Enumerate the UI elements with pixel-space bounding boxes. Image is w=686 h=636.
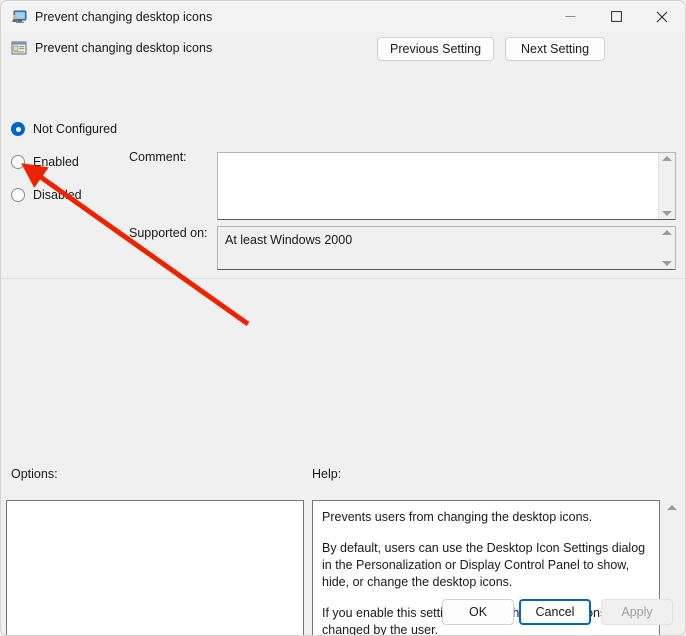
upper-pane: Not Configured Enabled Disabled Comment:… (1, 64, 685, 279)
comment-textarea[interactable] (217, 152, 676, 220)
minimize-icon[interactable] (547, 1, 593, 32)
comment-scrollbar[interactable] (658, 153, 675, 219)
radio-label-enabled: Enabled (33, 155, 79, 169)
maximize-icon[interactable] (593, 1, 639, 32)
state-radio-group: Not Configured Enabled Disabled (11, 117, 117, 216)
radio-label-not-configured: Not Configured (33, 122, 118, 136)
radio-label-disabled: Disabled (33, 188, 82, 202)
apply-button: Apply (601, 599, 673, 625)
supported-on-scrollbar[interactable] (658, 227, 675, 269)
radio-mark-icon (11, 122, 25, 136)
policy-setting-icon (11, 40, 27, 56)
policy-setting-dialog: Prevent changing desktop icons Prevent c… (0, 0, 686, 636)
supported-on-field: At least Windows 2000 (217, 226, 676, 270)
title-bar: Prevent changing desktop icons (1, 1, 685, 32)
policy-user-monitor-icon (11, 9, 27, 25)
comment-value[interactable] (218, 153, 658, 219)
help-paragraph: By default, users can use the Desktop Ic… (322, 541, 646, 589)
cancel-button[interactable]: Cancel (519, 599, 591, 625)
close-icon[interactable] (639, 1, 685, 32)
previous-setting-button[interactable]: Previous Setting (377, 37, 495, 61)
supported-on-label: Supported on: (129, 226, 208, 240)
navigation-buttons: Previous Setting Next Setting (377, 37, 606, 61)
scroll-up-icon[interactable] (662, 156, 672, 161)
radio-disabled[interactable]: Disabled (11, 183, 117, 207)
setting-title: Prevent changing desktop icons (35, 41, 213, 55)
dialog-footer: OK Cancel Apply (1, 589, 685, 635)
help-paragraph: Prevents users from changing the desktop… (322, 510, 593, 524)
scroll-down-icon[interactable] (661, 261, 672, 266)
help-label: Help: (312, 467, 342, 481)
comment-label: Comment: (129, 150, 187, 164)
radio-mark-icon (11, 188, 25, 202)
radio-mark-icon (11, 155, 25, 169)
radio-not-configured[interactable]: Not Configured (11, 117, 117, 141)
scroll-up-icon[interactable] (667, 505, 677, 510)
supported-on-value: At least Windows 2000 (225, 233, 353, 247)
scroll-down-icon[interactable] (662, 211, 672, 216)
setting-header: Prevent changing desktop icons Previous … (1, 32, 685, 64)
next-setting-button[interactable]: Next Setting (505, 37, 606, 61)
options-label: Options: (11, 467, 58, 481)
scroll-up-icon[interactable] (661, 230, 672, 235)
ok-button[interactable]: OK (442, 599, 514, 625)
section-divider (1, 278, 685, 279)
radio-enabled[interactable]: Enabled (11, 150, 117, 174)
window-title: Prevent changing desktop icons (35, 9, 213, 24)
